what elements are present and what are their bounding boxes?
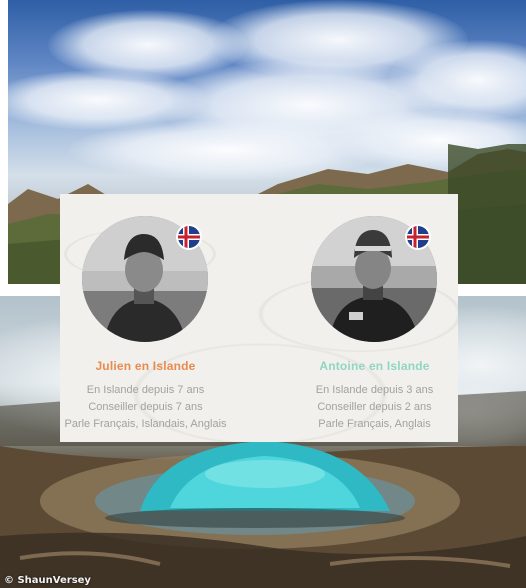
advisor-name[interactable]: Julien en Islande <box>46 359 245 373</box>
advisor-card-antoine[interactable]: Antoine en Islande En Islande depuis 3 a… <box>259 194 458 442</box>
advisors-card: Julien en Islande En Islande depuis 7 an… <box>60 194 458 442</box>
advisor-info: En Islande depuis 7 ans Conseiller depui… <box>46 382 245 433</box>
advisor-name[interactable]: Antoine en Islande <box>275 359 474 373</box>
photo-credit: © ShaunVersey <box>4 575 91 586</box>
iceland-flag-icon <box>405 224 431 250</box>
years-in-iceland: En Islande depuis 3 ans <box>315 384 434 396</box>
languages-spoken: Parle Français, Anglais <box>318 418 431 430</box>
years-as-advisor: Conseiller depuis 2 ans <box>317 401 432 413</box>
advisor-info: En Islande depuis 3 ans Conseiller depui… <box>275 382 474 433</box>
languages-spoken: Parle Français, Islandais, Anglais <box>64 418 227 430</box>
iceland-flag-icon <box>176 224 202 250</box>
advisor-card-julien[interactable]: Julien en Islande En Islande depuis 7 an… <box>60 194 259 442</box>
years-as-advisor: Conseiller depuis 7 ans <box>88 401 203 413</box>
years-in-iceland: En Islande depuis 7 ans <box>86 384 205 396</box>
